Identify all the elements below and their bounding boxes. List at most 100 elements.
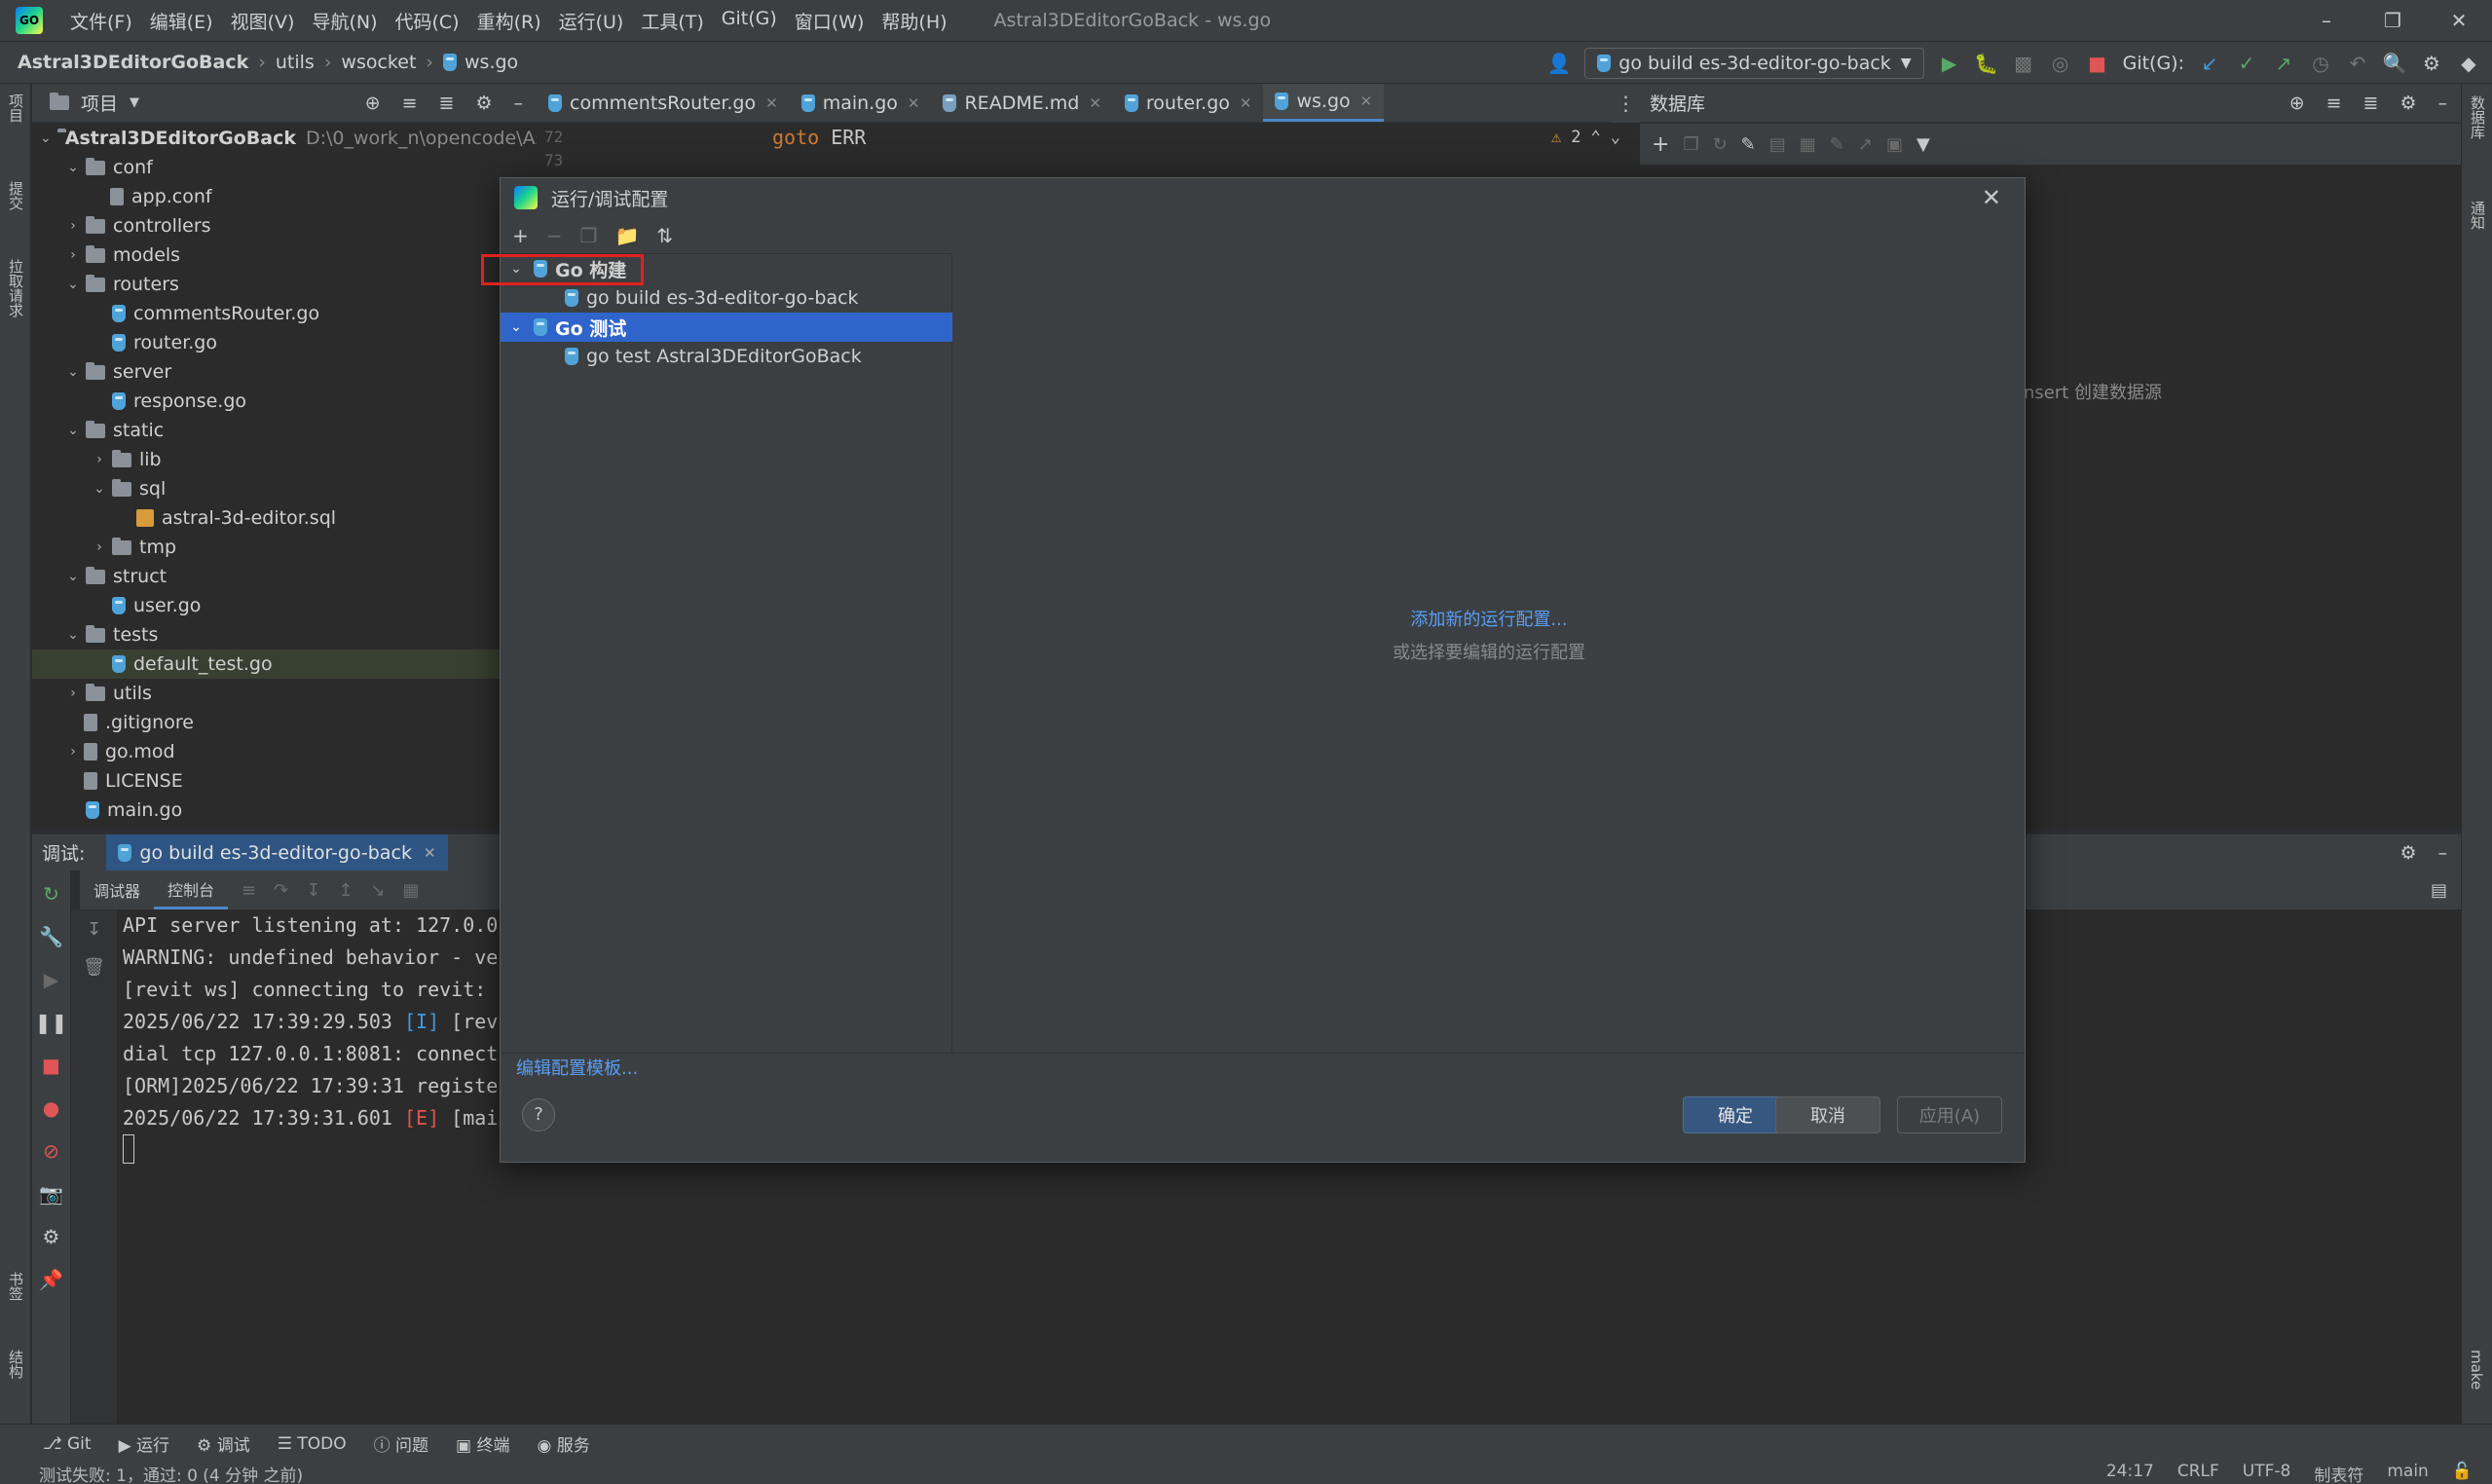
menu-item[interactable]: 导航(N) [304, 8, 385, 34]
file-encoding[interactable]: UTF-8 [2243, 1462, 2291, 1484]
properties-icon[interactable]: ✎ [1741, 134, 1756, 155]
menu-item[interactable]: 运行(U) [551, 8, 632, 34]
clear-console-icon[interactable]: 🗑 [83, 957, 105, 978]
next-highlight-icon[interactable]: ⌄ [1611, 128, 1620, 147]
make-tool-tab[interactable]: make [2468, 1350, 2485, 1390]
hide-panel-icon[interactable]: – [2438, 842, 2448, 864]
breadcrumb-file[interactable]: ws.go [465, 52, 518, 73]
step-out-icon[interactable]: ↥ [338, 880, 353, 901]
pull-requests-tool-tab[interactable]: 拉取请求 [6, 259, 26, 317]
tree-item[interactable]: › models [32, 241, 537, 270]
ok-button[interactable]: 确定 [1683, 1096, 1788, 1133]
scroll-to-end-icon[interactable]: ↧ [87, 919, 101, 940]
commit-tool-tab[interactable]: 提交 [6, 181, 26, 210]
chevron-down-icon[interactable]: ⌄ [66, 423, 80, 438]
tree-item[interactable]: main.go [32, 796, 537, 825]
panel-settings-icon[interactable]: ⚙ [475, 93, 492, 114]
hide-panel-icon[interactable]: – [2438, 93, 2448, 114]
snapshot-icon[interactable]: 📷 [39, 1182, 63, 1206]
jetbrains-icon[interactable]: ◆ [2457, 52, 2480, 75]
resume-icon[interactable]: ▶ [44, 968, 58, 991]
locate-icon[interactable]: ⊕ [2289, 93, 2305, 114]
history-icon[interactable]: ◷ [2309, 52, 2332, 75]
tree-item[interactable]: › controllers [32, 211, 537, 241]
editor-tab[interactable]: router.go ✕ [1113, 84, 1264, 122]
add-datasource-icon[interactable]: + [1652, 132, 1669, 157]
git-push-icon[interactable]: ↗ [2272, 52, 2295, 75]
evaluate-icon[interactable]: ▦ [403, 880, 420, 901]
editor-tab[interactable]: ws.go ✕ [1263, 84, 1385, 122]
debug-settings-icon[interactable]: ⚙ [43, 1225, 60, 1248]
tree-item[interactable]: .gitignore [32, 708, 537, 737]
git-update-icon[interactable]: ↙ [2198, 52, 2221, 75]
tree-item[interactable]: ⌄ conf [32, 153, 537, 182]
show-execution-point-icon[interactable]: ≡ [242, 880, 256, 901]
user-icon[interactable]: 👤 [1547, 52, 1572, 75]
tool-window-terminal[interactable]: ▣ 终端 [456, 1431, 509, 1456]
database-tool-tab[interactable]: 数据库 [2468, 95, 2488, 139]
close-tab-icon[interactable]: ✕ [765, 94, 778, 112]
add-new-config-link[interactable]: 添加新的运行配置... [1410, 606, 1567, 631]
modify-config-icon[interactable]: 🔧 [39, 925, 63, 948]
expand-all-icon[interactable]: ≡ [402, 93, 418, 114]
bookmarks-tool-tab[interactable]: 书签 [6, 1272, 26, 1301]
panel-settings-icon[interactable]: ⚙ [2399, 93, 2416, 114]
close-tab-icon[interactable]: ✕ [1240, 94, 1252, 112]
profile-icon[interactable]: ◎ [2049, 52, 2072, 75]
tool-window-problems[interactable]: ⓘ 问题 [374, 1431, 428, 1456]
tool-window-debug[interactable]: ⚙ 调试 [197, 1431, 250, 1456]
filter-icon[interactable]: ▼ [1916, 134, 1930, 155]
project-panel-title[interactable]: 项目 [81, 90, 118, 116]
apply-button[interactable]: 应用(A) [1897, 1096, 2002, 1133]
remove-config-icon[interactable]: − [546, 224, 563, 247]
pause-icon[interactable]: ❚❚ [35, 1011, 68, 1034]
editor-tab[interactable]: commentsRouter.go ✕ [537, 84, 790, 122]
help-button[interactable]: ? [522, 1098, 555, 1132]
settings-gear-icon[interactable]: ⚙ [2420, 52, 2443, 75]
chevron-down-icon[interactable]: ⌄ [66, 569, 80, 584]
locate-icon[interactable]: ⊕ [365, 93, 381, 114]
git-branch[interactable]: main [2387, 1462, 2428, 1484]
edit-icon[interactable]: ✎ [1830, 134, 1844, 155]
restore-icon[interactable]: ❐ [2360, 0, 2426, 41]
menu-item[interactable]: 工具(T) [633, 8, 711, 34]
cancel-button[interactable]: 取消 [1775, 1096, 1880, 1133]
tree-item[interactable]: › utils [32, 679, 537, 708]
chevron-down-icon[interactable]: ⌄ [506, 319, 526, 335]
console-icon[interactable]: ▣ [1886, 134, 1903, 155]
run-config-selector[interactable]: go build es-3d-editor-go-back ▼ [1584, 48, 1924, 79]
tree-item[interactable]: LICENSE [32, 766, 537, 796]
tree-item[interactable]: ⌄ static [32, 416, 537, 445]
tree-item[interactable]: default_test.go [32, 649, 537, 679]
stop-icon[interactable]: ▤ [1769, 134, 1786, 155]
tool-window-todo[interactable]: ☰ TODO [278, 1434, 347, 1454]
tree-item[interactable]: app.conf [32, 182, 537, 211]
project-tool-tab[interactable]: 项目 [6, 93, 26, 123]
tree-item[interactable]: ⌄ routers [32, 270, 537, 299]
config-item-go-build[interactable]: go build es-3d-editor-go-back [501, 283, 952, 313]
tree-item[interactable]: router.go [32, 328, 537, 357]
close-window-icon[interactable]: ✕ [2426, 0, 2492, 41]
test-status[interactable]: 测试失败: 1，通过: 0 (4 分钟 之前) [39, 1462, 303, 1484]
mute-breakpoints-icon[interactable]: ⊘ [43, 1139, 59, 1163]
chevron-down-icon[interactable]: ⌄ [93, 481, 106, 497]
step-over-icon[interactable]: ↷ [274, 880, 288, 901]
chevron-down-icon[interactable]: ⌄ [66, 277, 80, 292]
run-icon[interactable]: ▶ [1938, 52, 1961, 75]
debug-session-tab[interactable]: go build es-3d-editor-go-back ✕ [106, 834, 448, 872]
debug-icon[interactable]: 🐛 [1974, 52, 1998, 75]
chevron-down-icon[interactable]: ▼ [130, 95, 139, 110]
stop-icon[interactable]: ■ [42, 1054, 60, 1077]
tree-item[interactable]: › tmp [32, 533, 537, 562]
jump-icon[interactable]: ↗ [1858, 134, 1873, 155]
menu-item[interactable]: 代码(C) [387, 8, 466, 34]
search-icon[interactable]: 🔍 [2383, 52, 2407, 75]
tree-item[interactable]: › go.mod [32, 737, 537, 766]
minimize-icon[interactable]: – [2293, 0, 2360, 41]
menu-item[interactable]: 窗口(W) [787, 8, 873, 34]
run-to-cursor-icon[interactable]: ↘ [370, 880, 385, 901]
close-dialog-icon[interactable]: ✕ [1982, 184, 2001, 211]
move-into-folder-icon[interactable]: 📁 [614, 224, 639, 247]
config-item-go-test[interactable]: go test Astral3DEditorGoBack [501, 342, 952, 371]
tree-item[interactable]: ⌄ struct [32, 562, 537, 591]
